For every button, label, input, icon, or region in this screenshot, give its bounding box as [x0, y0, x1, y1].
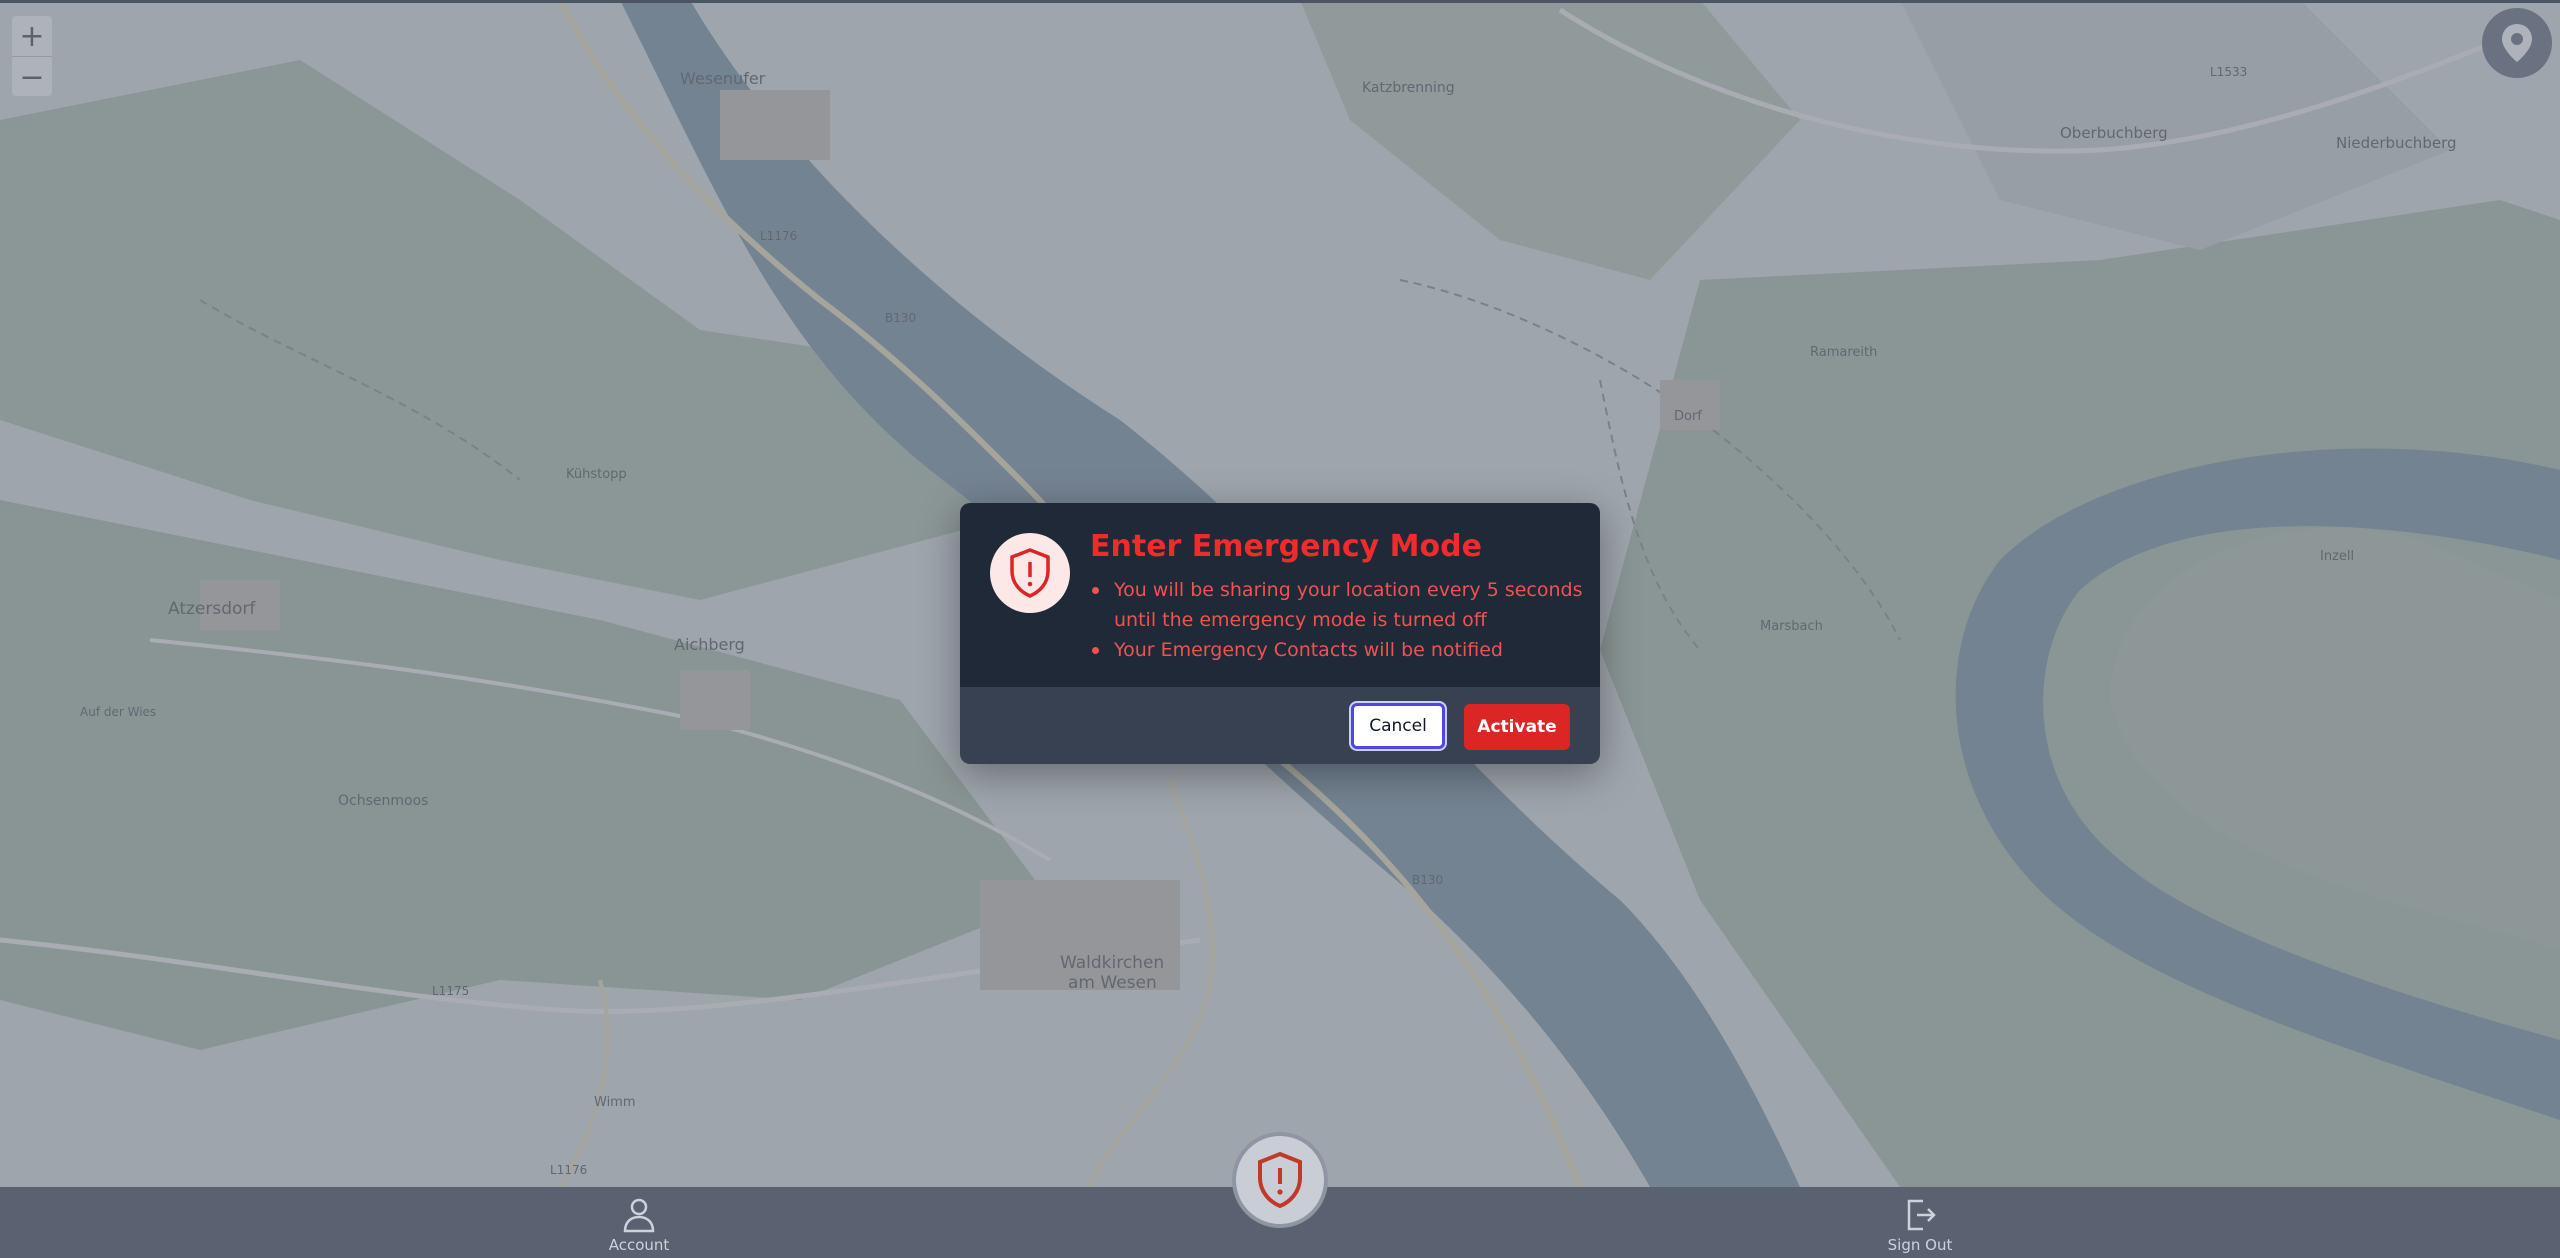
- cancel-button[interactable]: Cancel: [1351, 703, 1445, 749]
- nav-sign-out-label: Sign Out: [1887, 1236, 1953, 1254]
- dialog-message-list: You will be sharing your location every …: [1092, 575, 1584, 665]
- sign-out-icon: [1907, 1199, 1936, 1231]
- dialog-icon: [990, 533, 1070, 613]
- nav-sign-out[interactable]: Sign Out: [1850, 1197, 1990, 1254]
- shield-alert-icon: [1258, 1151, 1302, 1209]
- dialog-title: Enter Emergency Mode: [1090, 529, 1482, 564]
- nav-account-label: Account: [608, 1236, 670, 1254]
- user-icon: [623, 1198, 655, 1233]
- activate-button[interactable]: Activate: [1464, 704, 1570, 750]
- dialog-message-item: Your Emergency Contacts will be notified: [1092, 635, 1584, 665]
- emergency-button[interactable]: [1232, 1132, 1328, 1228]
- dialog-message-item: You will be sharing your location every …: [1092, 575, 1584, 635]
- nav-account[interactable]: Account: [569, 1197, 709, 1254]
- shield-alert-icon: [1010, 548, 1050, 598]
- dialog-footer: Cancel Activate: [960, 687, 1600, 764]
- emergency-mode-dialog: Enter Emergency Mode You will be sharing…: [960, 503, 1600, 764]
- top-border: [0, 0, 2560, 3]
- dialog-body: Enter Emergency Mode You will be sharing…: [960, 503, 1600, 687]
